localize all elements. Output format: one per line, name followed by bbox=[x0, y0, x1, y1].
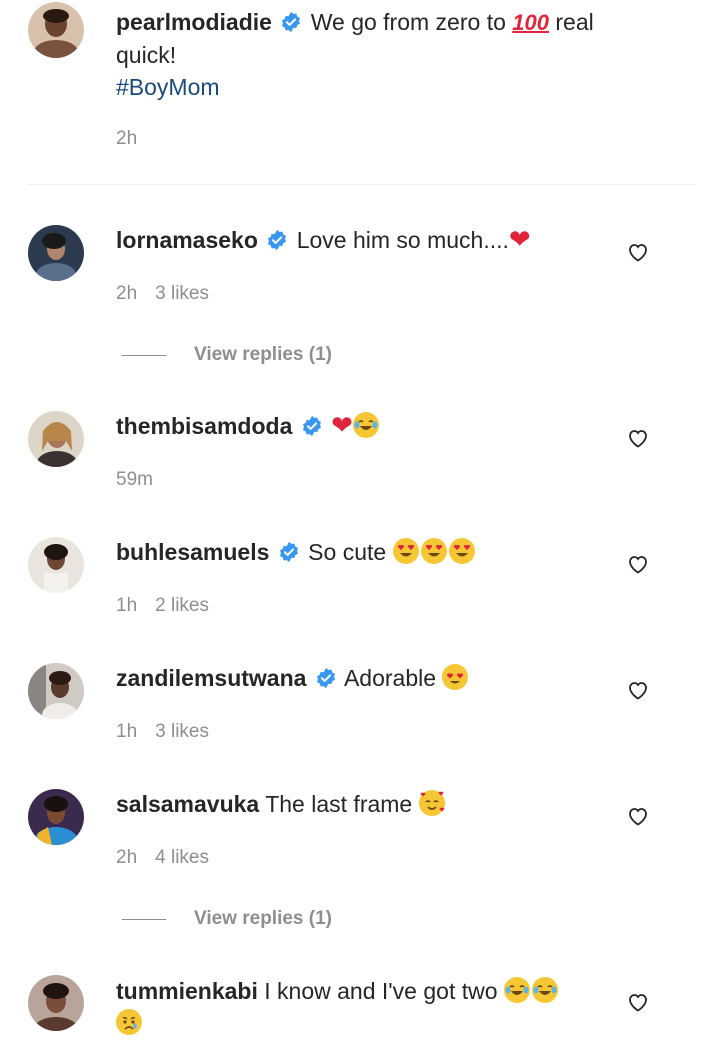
comment-body: Adorable bbox=[343, 665, 437, 691]
username-link[interactable]: buhlesamuels bbox=[116, 539, 269, 565]
replies-line bbox=[122, 354, 166, 356]
comment-text: tummienkabi I know and I've got two bbox=[116, 975, 610, 1039]
comment-text: thembisamdoda ❤ bbox=[116, 410, 610, 442]
comment-body: So cute bbox=[308, 539, 387, 565]
heart-eyes-cat-emoji bbox=[442, 664, 469, 690]
comment-text: buhlesamuels So cute bbox=[116, 536, 610, 568]
caption-text: pearlmodiadie We go from zero to 100 rea… bbox=[116, 6, 610, 103]
avatar[interactable] bbox=[28, 663, 84, 719]
heart-eyes-emoji bbox=[420, 538, 447, 564]
like-heart-icon[interactable] bbox=[626, 678, 650, 702]
verified-badge-icon bbox=[315, 667, 337, 689]
comment-body: I know and I've got two bbox=[264, 978, 498, 1004]
comment-text: zandilemsutwana Adorable bbox=[116, 662, 610, 694]
red-heart-emoji: ❤ bbox=[508, 225, 531, 255]
heart-eyes-emoji bbox=[448, 538, 475, 564]
verified-badge-icon bbox=[280, 11, 302, 33]
comment-meta: 2h 3 likes bbox=[116, 283, 227, 305]
timestamp[interactable]: 2h bbox=[116, 283, 137, 304]
likes-count[interactable]: 4 likes bbox=[155, 847, 209, 868]
avatar[interactable] bbox=[28, 537, 84, 593]
username-link[interactable]: thembisamdoda bbox=[116, 413, 292, 439]
avatar[interactable] bbox=[28, 975, 84, 1031]
timestamp[interactable]: 2h bbox=[116, 128, 137, 149]
comment-text: lornamaseko Love him so much....❤ bbox=[116, 224, 610, 256]
likes-count[interactable]: 2 likes bbox=[155, 595, 209, 616]
avatar[interactable] bbox=[28, 2, 84, 58]
view-replies-label[interactable]: View replies (1) bbox=[194, 344, 332, 366]
divider bbox=[28, 184, 696, 185]
timestamp[interactable]: 1h bbox=[116, 721, 137, 742]
verified-badge-icon bbox=[266, 229, 288, 251]
username-link[interactable]: zandilemsutwana bbox=[116, 665, 306, 691]
caption-body: We go from zero to bbox=[310, 9, 506, 35]
hashtag-link[interactable]: #BoyMom bbox=[116, 71, 610, 103]
view-replies-button[interactable]: View replies (1) bbox=[122, 908, 332, 930]
like-heart-icon[interactable] bbox=[626, 990, 650, 1014]
timestamp[interactable]: 1h bbox=[116, 595, 137, 616]
username-link[interactable]: lornamaseko bbox=[116, 227, 258, 253]
post-caption: pearlmodiadie We go from zero to 100 rea… bbox=[0, 0, 720, 185]
tears-of-joy-emoji bbox=[352, 412, 379, 438]
timestamp[interactable]: 2h bbox=[116, 847, 137, 868]
hundred-points-emoji: 100 bbox=[512, 10, 549, 35]
comment-meta: 2h 4 likes bbox=[116, 847, 227, 869]
username-link[interactable]: salsamavuka bbox=[116, 791, 259, 817]
username-link[interactable]: tummienkabi bbox=[116, 978, 258, 1004]
comment-text: salsamavuka The last frame bbox=[116, 788, 610, 820]
likes-count[interactable]: 3 likes bbox=[155, 283, 209, 304]
like-heart-icon[interactable] bbox=[626, 552, 650, 576]
verified-badge-icon bbox=[301, 415, 323, 437]
comment-meta: 59m bbox=[116, 469, 171, 491]
tears-of-joy-emoji bbox=[503, 977, 530, 1003]
like-heart-icon[interactable] bbox=[626, 240, 650, 264]
comment-meta: 1h 2 likes bbox=[116, 595, 227, 617]
view-replies-label[interactable]: View replies (1) bbox=[194, 908, 332, 930]
comment-meta: 1h 3 likes bbox=[116, 721, 227, 743]
view-replies-button[interactable]: View replies (1) bbox=[122, 344, 332, 366]
tears-of-joy-emoji bbox=[531, 977, 558, 1003]
like-heart-icon[interactable] bbox=[626, 804, 650, 828]
avatar[interactable] bbox=[28, 789, 84, 845]
like-heart-icon[interactable] bbox=[626, 426, 650, 450]
username-link[interactable]: pearlmodiadie bbox=[116, 9, 272, 35]
avatar[interactable] bbox=[28, 225, 84, 281]
smiling-face-with-hearts-emoji bbox=[418, 790, 445, 816]
crying-face-emoji bbox=[116, 1009, 142, 1035]
avatar[interactable] bbox=[28, 411, 84, 467]
caption-meta: 2h bbox=[116, 128, 155, 150]
verified-badge-icon bbox=[278, 541, 300, 563]
replies-line bbox=[122, 918, 166, 920]
heart-eyes-emoji bbox=[392, 538, 419, 564]
timestamp[interactable]: 59m bbox=[116, 469, 153, 490]
comment-body: Love him so much.... bbox=[296, 227, 509, 253]
comment-body: The last frame bbox=[265, 791, 413, 817]
red-heart-emoji: ❤ bbox=[331, 411, 353, 441]
likes-count[interactable]: 3 likes bbox=[155, 721, 209, 742]
